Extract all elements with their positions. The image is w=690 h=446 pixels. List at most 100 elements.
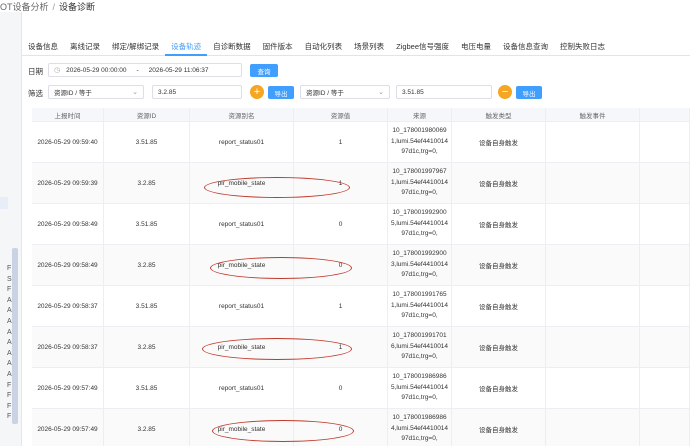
add-filter-icon[interactable]: +	[250, 85, 264, 99]
filter-field-select-1[interactable]: 资源ID / 等于 ⌄	[48, 85, 144, 99]
tab-0[interactable]: 设备信息	[22, 36, 64, 56]
cell-source: 10_178001980069 1,lumi.54ef4410014 97d1c,t…	[388, 122, 452, 162]
tab-7[interactable]: 场景列表	[348, 36, 390, 56]
query-button[interactable]: 查询	[250, 64, 278, 77]
source-line: 10_178001991701	[392, 332, 447, 340]
tab-bar: 设备信息 离线记录 绑定/解绑记录 设备轨迹 自诊断数据 固件版本 自动化列表 场景列表 Zig…	[22, 36, 690, 56]
tab-11[interactable]: 控制失败日志	[554, 36, 611, 56]
cell-time: 2026-05-29 09:59:40	[32, 122, 104, 162]
cell-source: 10_178001992900 5,lumi.54ef4410014 97d1c,t…	[388, 204, 452, 244]
cell-extra	[640, 286, 690, 326]
column-header	[640, 108, 690, 121]
cell-res_id: 3.51.85	[104, 286, 190, 326]
cell-extra	[640, 368, 690, 408]
column-header: 触发类型	[452, 108, 546, 121]
table-row[interactable]: 2026-05-29 09:59:40 3.51.85 report_status0…	[32, 122, 690, 163]
tab-6[interactable]: 自动化列表	[299, 36, 349, 56]
cell-value: 1	[294, 327, 388, 367]
tab-5[interactable]: 固件版本	[257, 36, 299, 56]
cell-value: 1	[294, 286, 388, 326]
cell-time: 2026-05-29 09:58:49	[32, 245, 104, 285]
filter-value-2: 3.51.85	[402, 88, 424, 96]
source-line: 3,lumi.54ef4410014	[390, 260, 449, 268]
cell-value: 0	[294, 409, 388, 446]
tab-1[interactable]: 离线记录	[64, 36, 106, 56]
tab-3[interactable]: 设备轨迹	[165, 36, 208, 56]
date-start[interactable]: 2026-05-29 00:00:00	[66, 67, 126, 74]
cell-value: 1	[294, 122, 388, 162]
source-line: 5,lumi.54ef4410014	[390, 383, 449, 391]
cell-trigger: 设备自身触发	[452, 245, 546, 285]
cell-alias: report_status01	[190, 122, 294, 162]
tab-9[interactable]: 电压电量	[455, 36, 497, 56]
table-row[interactable]: 2026-05-29 09:58:37 3.2.85 pir_mobile_stat…	[32, 327, 690, 368]
date-end[interactable]: 2026-05-29 11:06:37	[149, 67, 209, 74]
tab-8[interactable]: Zigbee信号强度	[390, 36, 455, 56]
source-line: 4,lumi.54ef4410014	[390, 424, 449, 432]
column-header: 资源ID	[104, 108, 190, 121]
filter-field-select-2[interactable]: 资源ID / 等于 ⌄	[300, 85, 390, 99]
cell-event	[546, 163, 640, 203]
cell-source: 10_178001986986 5,lumi.54ef4410014 97d1c,t…	[388, 368, 452, 408]
table-row[interactable]: 2026-05-29 09:57:49 3.51.85 report_status0…	[32, 368, 690, 409]
cell-res_id: 3.2.85	[104, 163, 190, 203]
column-header: 来源	[388, 108, 452, 121]
filter-label: 筛选	[28, 89, 43, 98]
date-range-picker[interactable]: ◷ 2026-05-29 00:00:00 - 2026-05-29 11:06…	[48, 63, 242, 77]
cell-time: 2026-05-29 09:58:49	[32, 204, 104, 244]
table-row[interactable]: 2026-05-29 09:57:49 3.2.85 pir_mobile_stat…	[32, 409, 690, 446]
source-line: 97d1c,trg=0,	[401, 312, 438, 320]
cell-value: 0	[294, 204, 388, 244]
cell-value: 0	[294, 245, 388, 285]
cell-extra	[640, 204, 690, 244]
tab-10[interactable]: 设备信息查询	[497, 36, 554, 56]
source-line: 5,lumi.54ef4410014	[390, 219, 449, 227]
filter-value-input-1[interactable]: 3.2.85	[152, 85, 242, 99]
filter-value-input-2[interactable]: 3.51.85	[396, 85, 492, 99]
cell-trigger: 设备自身触发	[452, 163, 546, 203]
table-body: 2026-05-29 09:59:40 3.51.85 report_status0…	[32, 122, 690, 446]
source-line: 97d1c,trg=0,	[401, 394, 438, 402]
cell-alias: report_status01	[190, 368, 294, 408]
breadcrumb: OT设备分析 / 设备诊断	[0, 0, 95, 12]
export-button-2[interactable]: 导出	[516, 86, 542, 99]
sidebar-glyph: F	[7, 392, 12, 400]
cell-event	[546, 122, 640, 162]
table-row[interactable]: 2026-05-29 09:58:49 3.51.85 report_status0…	[32, 204, 690, 245]
sidebar-glyph: A	[7, 328, 12, 336]
source-line: 1,lumi.54ef4410014	[390, 137, 449, 145]
cell-alias: report_status01	[190, 204, 294, 244]
cell-trigger: 设备自身触发	[452, 122, 546, 162]
table-row[interactable]: 2026-05-29 09:58:37 3.51.85 report_status0…	[32, 286, 690, 327]
cell-alias: report_status01	[190, 286, 294, 326]
breadcrumb-parent[interactable]: OT设备分析	[0, 2, 49, 12]
source-line: 10_178001991765	[392, 291, 447, 299]
table-row[interactable]: 2026-05-29 09:58:49 3.2.85 pir_mobile_stat…	[32, 245, 690, 286]
cell-value: 0	[294, 368, 388, 408]
tab-4[interactable]: 自诊断数据	[207, 36, 257, 56]
table-row[interactable]: 2026-05-29 09:59:39 3.2.85 pir_mobile_stat…	[32, 163, 690, 204]
sidebar-glyph: A	[7, 307, 12, 315]
cell-trigger: 设备自身触发	[452, 286, 546, 326]
sidebar-glyph: A	[7, 296, 12, 304]
source-line: 97d1c,trg=0,	[401, 271, 438, 279]
remove-filter-icon[interactable]: −	[498, 85, 512, 99]
export-button-1[interactable]: 导出	[268, 86, 294, 99]
sidebar-glyph: A	[7, 317, 12, 325]
source-line: 97d1c,trg=0,	[401, 435, 438, 443]
cell-time: 2026-05-29 09:57:49	[32, 409, 104, 446]
filter-field-1-value: 资源ID / 等于	[54, 90, 92, 97]
cell-extra	[640, 245, 690, 285]
main-content: 设备信息 离线记录 绑定/解绑记录 设备轨迹 自诊断数据 固件版本 自动化列表 场景列表 Zig…	[22, 36, 690, 446]
source-line: 1,lumi.54ef4410014	[390, 178, 449, 186]
cell-trigger: 设备自身触发	[452, 368, 546, 408]
cell-res_id: 3.51.85	[104, 368, 190, 408]
source-line: 97d1c,trg=0,	[401, 353, 438, 361]
tab-2[interactable]: 绑定/解绑记录	[106, 36, 165, 56]
source-line: 97d1c,trg=0,	[401, 148, 438, 156]
cell-time: 2026-05-29 09:57:49	[32, 368, 104, 408]
cell-alias: pir_mobile_state	[190, 163, 294, 203]
source-line: 10_178001992900	[392, 209, 447, 217]
sidebar-glyph: A	[7, 349, 12, 357]
source-line: 97d1c,trg=0,	[401, 230, 438, 238]
